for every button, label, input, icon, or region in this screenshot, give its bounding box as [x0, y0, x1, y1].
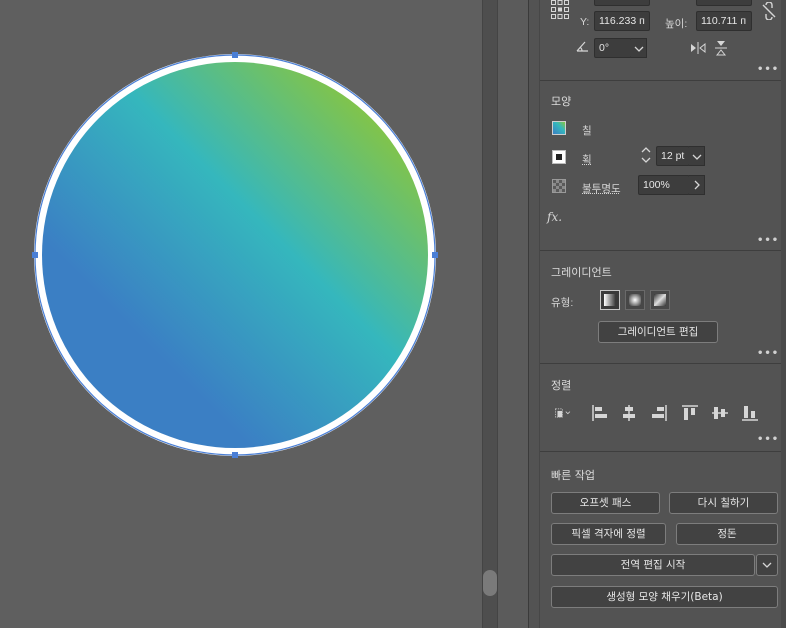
stroke-weight-stepper-icon[interactable] — [640, 145, 652, 165]
gradient-type-label: 유형: — [551, 297, 574, 309]
stroke-weight-field[interactable]: 12 pt — [656, 146, 690, 166]
opacity-expand-button[interactable] — [689, 175, 705, 195]
appearance-title: 모양 — [551, 95, 572, 108]
opacity-label[interactable]: 불투명도 — [582, 181, 621, 196]
freeform-gradient-button[interactable] — [650, 290, 670, 310]
opacity-icon — [552, 179, 566, 193]
height-field[interactable]: 110.711 п — [696, 11, 752, 31]
canvas-vertical-scrollbar[interactable] — [482, 0, 498, 628]
rotate-angle-icon — [576, 41, 588, 52]
align-left-icon[interactable] — [591, 404, 609, 422]
align-bottom-icon[interactable] — [741, 404, 759, 422]
section-divider — [540, 363, 781, 364]
flip-vertical-icon[interactable] — [714, 40, 728, 56]
align-title: 정렬 — [551, 379, 572, 392]
chevron-right-icon — [694, 180, 700, 190]
section-divider — [540, 250, 781, 251]
unlink-proportions-icon[interactable] — [760, 2, 778, 20]
stroke-swatch[interactable] — [552, 150, 566, 164]
align-to-pixel-grid-button[interactable]: 픽셀 격자에 정렬 — [551, 523, 666, 545]
anchor-left[interactable] — [32, 252, 38, 258]
edit-gradient-button[interactable]: 그레이디언트 편집 — [598, 321, 718, 343]
opacity-field[interactable]: 100% — [638, 175, 690, 195]
anchor-right[interactable] — [432, 252, 438, 258]
generative-shape-fill-button[interactable]: 생성형 모양 채우기(Beta) — [551, 586, 778, 608]
angle-dropdown[interactable] — [631, 38, 647, 58]
offset-path-button[interactable]: 오프셋 패스 — [551, 492, 660, 514]
chevron-down-icon — [692, 154, 701, 160]
gradient-title: 그레이디언트 — [551, 266, 612, 279]
artboard-canvas[interactable] — [0, 0, 482, 628]
angle-field[interactable]: 0° — [594, 38, 632, 58]
stroke-label[interactable]: 획 — [582, 152, 592, 167]
align-vertical-center-icon[interactable] — [711, 404, 729, 422]
align-horizontal-center-icon[interactable] — [620, 404, 638, 422]
section-divider — [540, 80, 781, 81]
x-field-partial[interactable] — [594, 0, 650, 6]
arrange-button[interactable]: 정돈 — [676, 523, 778, 545]
appearance-more-button[interactable]: ••• — [757, 235, 779, 246]
y-field[interactable]: 116.233 п — [594, 11, 650, 31]
panel-scrollbar[interactable] — [781, 0, 786, 628]
stroke-swatch-inner — [556, 154, 562, 160]
panel-gutter — [498, 0, 528, 628]
start-global-edit-button[interactable]: 전역 편집 시작 — [551, 554, 755, 576]
selected-circle[interactable] — [26, 46, 444, 464]
radial-gradient-icon — [629, 294, 641, 306]
fx-effects-button[interactable]: fx. — [547, 210, 562, 224]
y-label: Y: — [580, 16, 590, 28]
align-top-icon[interactable] — [681, 404, 699, 422]
stroke-weight-dropdown[interactable] — [689, 146, 705, 166]
linear-gradient-button[interactable] — [600, 290, 620, 310]
scrollbar-thumb[interactable] — [483, 570, 497, 596]
anchor-top[interactable] — [232, 52, 238, 58]
gradient-more-button[interactable]: ••• — [757, 348, 779, 359]
anchor-bottom[interactable] — [232, 452, 238, 458]
flip-horizontal-icon[interactable] — [690, 41, 706, 55]
transform-more-button[interactable]: ••• — [757, 64, 779, 75]
fill-swatch[interactable] — [552, 121, 566, 135]
align-right-icon[interactable] — [650, 404, 668, 422]
recolor-button[interactable]: 다시 칠하기 — [669, 492, 778, 514]
circle-gradient-fill — [42, 62, 428, 448]
global-edit-options-button[interactable] — [756, 554, 778, 576]
chevron-down-icon — [634, 46, 643, 52]
width-field-partial[interactable] — [696, 0, 752, 6]
align-to-selection-icon[interactable] — [554, 404, 572, 422]
reference-point-icon[interactable] — [550, 0, 570, 20]
fill-label: 칠 — [582, 125, 592, 137]
align-more-button[interactable]: ••• — [757, 434, 779, 445]
section-divider — [540, 451, 781, 452]
chevron-down-icon — [762, 562, 772, 568]
freeform-gradient-icon — [654, 294, 666, 306]
quick-actions-title: 빠른 작업 — [551, 469, 595, 482]
height-label: 높이: — [665, 18, 688, 30]
radial-gradient-button[interactable] — [625, 290, 645, 310]
linear-gradient-icon — [604, 294, 616, 306]
